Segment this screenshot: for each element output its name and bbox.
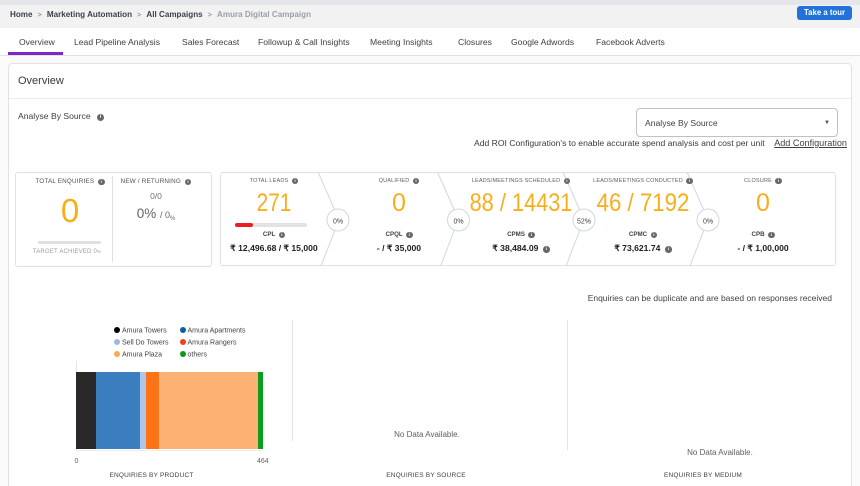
svg-text:0%: 0%	[703, 219, 713, 226]
svg-text:52%: 52%	[577, 219, 591, 226]
svg-text:0%: 0%	[453, 219, 463, 226]
svg-text:0%: 0%	[333, 219, 343, 226]
